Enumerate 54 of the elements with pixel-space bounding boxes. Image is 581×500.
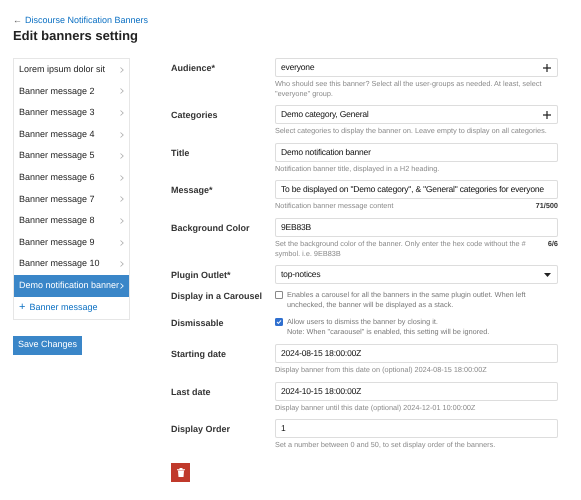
input-field[interactable]: 9EB83B xyxy=(275,218,558,237)
banner-list-item[interactable]: Banner message 3 xyxy=(14,102,129,124)
field-label: Audience* xyxy=(171,62,216,75)
banner-list-item[interactable]: Lorem ipsum dolor sit xyxy=(14,59,129,81)
field-label: Display in a Carousel xyxy=(171,290,264,303)
chevron-right-icon xyxy=(120,88,124,94)
select-field[interactable]: Demo category, General xyxy=(275,105,558,124)
chevron-right-icon xyxy=(120,66,124,73)
chevron-right-icon xyxy=(120,261,124,268)
chevron-right-icon xyxy=(120,196,124,202)
plus-icon xyxy=(543,64,551,72)
field-label: Title xyxy=(171,146,190,160)
input-field[interactable]: 2024-10-15 18:00:00Z xyxy=(275,382,558,400)
trash-icon xyxy=(176,468,184,476)
input-field[interactable]: To be displayed on "Demo category", & "General" categories for everyone xyxy=(275,180,558,199)
back-link[interactable]: Discourse Notification Banners xyxy=(25,14,148,26)
save-changes-button[interactable]: Save Changes xyxy=(13,336,82,355)
field-label: Display Order xyxy=(171,423,232,436)
banner-list-item[interactable]: Banner message 8 xyxy=(14,210,129,232)
field-label: Last date xyxy=(171,386,212,398)
input-field[interactable]: 2024-08-15 18:00:00Z xyxy=(275,344,558,363)
banner-list-item[interactable]: Banner message 5 xyxy=(14,145,129,167)
field-label: Dismissable xyxy=(171,317,225,330)
chevron-right-icon xyxy=(120,240,124,246)
input-field[interactable]: 1 xyxy=(275,419,558,438)
input-field[interactable]: Demo notification banner xyxy=(275,142,558,162)
field-label: Categories xyxy=(171,109,219,122)
select-field[interactable]: everyone xyxy=(275,58,558,77)
add-banner-link[interactable]: + Banner message xyxy=(14,296,129,319)
plus-icon xyxy=(543,110,551,118)
banner-list-item[interactable]: Banner message 2 xyxy=(14,80,129,102)
plus-icon: + xyxy=(19,302,26,314)
back-arrow-icon: ← xyxy=(13,14,22,26)
chevron-right-icon xyxy=(120,132,124,138)
caret-down-icon xyxy=(544,272,551,276)
select-field[interactable]: top-notices xyxy=(275,265,558,284)
page-heading: Edit banners setting xyxy=(13,27,139,45)
banner-list-item[interactable]: Banner message 9 xyxy=(14,232,129,254)
field-label: Plugin Outlet* xyxy=(171,269,232,282)
checkbox[interactable] xyxy=(275,291,283,299)
banner-list-item[interactable]: Banner message 4 xyxy=(14,124,129,146)
chevron-right-icon xyxy=(120,153,124,160)
chevron-right-icon xyxy=(120,282,124,289)
field-label: Message* xyxy=(171,184,214,197)
field-label: Background Color xyxy=(171,222,251,235)
delete-button[interactable] xyxy=(171,462,190,482)
banner-list-item[interactable]: Banner message 10 xyxy=(14,253,129,275)
chevron-right-icon xyxy=(120,110,124,116)
banner-list-item[interactable]: Banner message 7 xyxy=(14,188,129,210)
field-label: Starting date xyxy=(171,348,228,361)
chevron-right-icon xyxy=(120,218,124,224)
chevron-right-icon xyxy=(120,174,124,181)
banner-list-item[interactable]: Banner message 6 xyxy=(14,166,129,189)
banner-list-item[interactable]: Demo notification banner xyxy=(14,274,129,297)
